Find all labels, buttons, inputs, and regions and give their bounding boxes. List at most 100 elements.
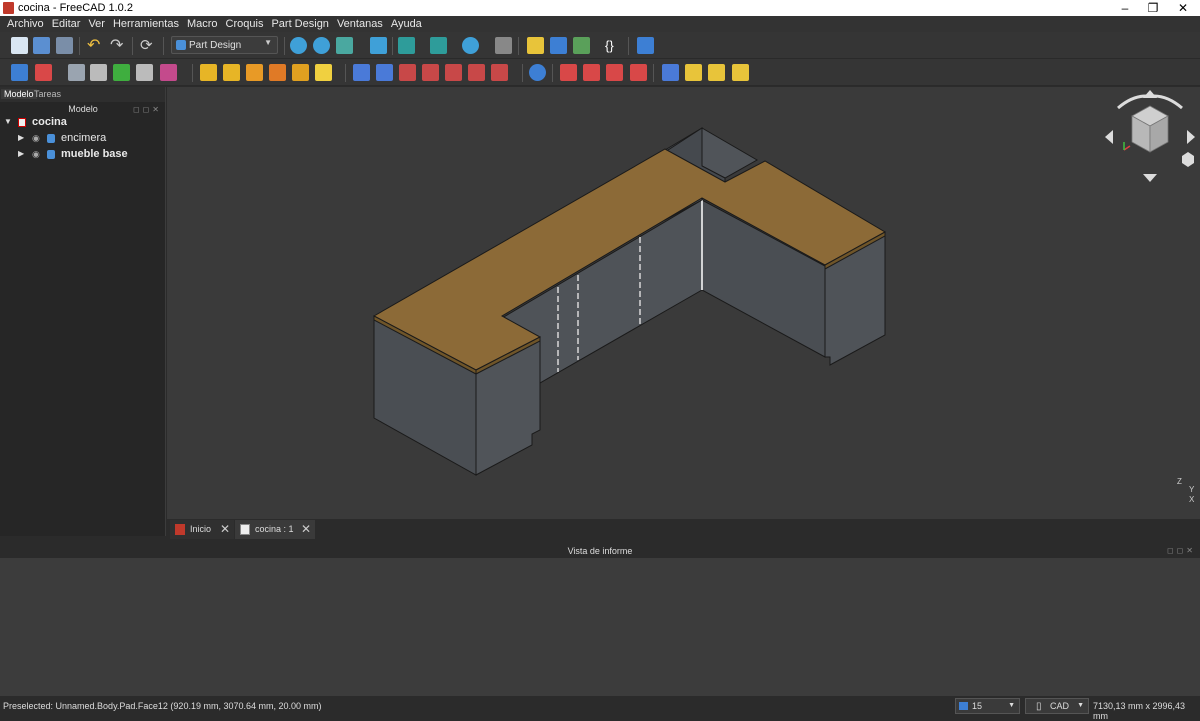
- menu-ayuda[interactable]: Ayuda: [387, 16, 426, 32]
- additive-primitive-icon[interactable]: [315, 64, 332, 81]
- chevron-right-icon[interactable]: ▶: [18, 130, 24, 146]
- menu-herramientas[interactable]: Herramientas: [109, 16, 183, 32]
- fit-all-icon[interactable]: [290, 37, 307, 54]
- chamfer-icon[interactable]: [583, 64, 600, 81]
- part-design-icon: [176, 40, 186, 50]
- create-group-icon[interactable]: [550, 37, 567, 54]
- tab-inicio[interactable]: Inicio ✕: [170, 520, 234, 539]
- pocket-icon[interactable]: [353, 64, 370, 81]
- thickness-icon[interactable]: [630, 64, 647, 81]
- report-view[interactable]: [0, 558, 1200, 696]
- multi-transform-icon[interactable]: [732, 64, 749, 81]
- body-icon: [47, 150, 55, 159]
- new-document-icon[interactable]: [11, 37, 28, 54]
- mirrored-icon[interactable]: [662, 64, 679, 81]
- polar-pattern-icon[interactable]: [708, 64, 725, 81]
- model-view[interactable]: [167, 87, 1200, 519]
- minimize-button[interactable]: –: [1110, 0, 1140, 16]
- subtractive-helix-icon[interactable]: [468, 64, 485, 81]
- tab-tareas[interactable]: Tareas: [31, 89, 64, 99]
- tree-item-cocina[interactable]: ▼ cocina: [4, 114, 164, 130]
- zoom-selector[interactable]: 15 ▼: [955, 698, 1020, 714]
- bounding-box-icon[interactable]: [370, 37, 387, 54]
- tree-item-label: mueble base: [61, 148, 128, 160]
- close-window-button[interactable]: ✕: [1168, 0, 1198, 16]
- workbench-selector[interactable]: Part Design ▼: [171, 36, 278, 54]
- subtractive-loft-icon[interactable]: [422, 64, 439, 81]
- close-tab-icon[interactable]: ✕: [301, 520, 311, 539]
- pipe-icon[interactable]: [269, 64, 286, 81]
- redo-icon[interactable]: ↷: [110, 37, 127, 54]
- save-icon[interactable]: [56, 37, 73, 54]
- hole-icon[interactable]: [376, 64, 393, 81]
- measure-icon[interactable]: [495, 37, 512, 54]
- draft-icon[interactable]: [606, 64, 623, 81]
- macro-editor-icon[interactable]: {}: [605, 37, 622, 54]
- subtractive-pipe-icon[interactable]: [445, 64, 462, 81]
- window-title: cocina - FreeCAD 1.0.2: [18, 2, 133, 14]
- zoom-icon[interactable]: [462, 37, 479, 54]
- draw-style-icon[interactable]: [336, 37, 353, 54]
- report-view-header: Vista de informe ◻◻✕: [0, 546, 1200, 558]
- groove-icon[interactable]: [399, 64, 416, 81]
- menu-archivo[interactable]: Archivo: [3, 16, 48, 32]
- navigation-style-selector[interactable]: ▯ CAD ▼: [1025, 698, 1089, 714]
- close-tab-icon[interactable]: ✕: [220, 520, 230, 539]
- subtractive-primitive-icon[interactable]: [491, 64, 508, 81]
- menu-ver[interactable]: Ver: [84, 16, 109, 32]
- undo-icon[interactable]: ↶: [87, 37, 104, 54]
- eye-icon[interactable]: ◉: [32, 130, 40, 146]
- open-document-icon[interactable]: [33, 37, 50, 54]
- loft-icon[interactable]: [246, 64, 263, 81]
- standard-views-icon[interactable]: [430, 37, 447, 54]
- linear-pattern-icon[interactable]: [685, 64, 702, 81]
- helix-icon[interactable]: [292, 64, 309, 81]
- eye-icon[interactable]: ◉: [32, 146, 40, 162]
- fillet-icon[interactable]: [560, 64, 577, 81]
- datum-point-icon[interactable]: [90, 64, 107, 81]
- boolean-icon[interactable]: [529, 64, 546, 81]
- menu-ventanas[interactable]: Ventanas: [333, 16, 387, 32]
- report-panel-buttons[interactable]: ◻◻✕: [1167, 546, 1196, 555]
- tree-item-label: cocina: [32, 116, 67, 128]
- pad-icon[interactable]: [200, 64, 217, 81]
- tree-item-mueble-base[interactable]: ▶ ◉ mueble base: [18, 146, 164, 162]
- datum-line-icon[interactable]: [113, 64, 130, 81]
- create-part-icon[interactable]: [527, 37, 544, 54]
- link-icon[interactable]: [573, 37, 590, 54]
- axis-indicator: Z Y X: [1177, 477, 1199, 505]
- maximize-button[interactable]: ❐: [1138, 0, 1168, 16]
- tab-cocina[interactable]: cocina : 1 ✕: [235, 520, 315, 539]
- fit-selection-icon[interactable]: [313, 37, 330, 54]
- datum-plane-icon[interactable]: [136, 64, 153, 81]
- create-sketch-icon[interactable]: [35, 64, 52, 81]
- panel-buttons[interactable]: ◻◻✕: [133, 105, 162, 114]
- revolution-icon[interactable]: [223, 64, 240, 81]
- navigation-cube[interactable]: [1102, 90, 1200, 190]
- chevron-right-icon[interactable]: ▶: [18, 146, 24, 162]
- menu-part-design[interactable]: Part Design: [267, 16, 332, 32]
- report-view-title: Vista de informe: [567, 546, 633, 556]
- nav-cube-menu-icon[interactable]: [1182, 152, 1194, 167]
- rotate-left-icon[interactable]: [1117, 94, 1147, 110]
- tab-label: Inicio: [190, 524, 212, 534]
- zoom-value: 15: [972, 701, 983, 711]
- validate-sketch-icon[interactable]: [68, 64, 85, 81]
- shape-binder-icon[interactable]: [160, 64, 177, 81]
- nav-arrow-down-icon[interactable]: [1143, 174, 1157, 182]
- nav-arrow-left-icon[interactable]: [1105, 130, 1113, 144]
- tree-item-encimera[interactable]: ▶ ◉ encimera: [18, 130, 164, 146]
- menu-macro[interactable]: Macro: [183, 16, 222, 32]
- menu-croquis[interactable]: Croquis: [222, 16, 268, 32]
- rotate-right-icon[interactable]: [1153, 94, 1183, 110]
- whats-this-icon[interactable]: [637, 37, 654, 54]
- part-design-toolbar: [0, 59, 1200, 86]
- nav-arrow-right-icon[interactable]: [1187, 130, 1195, 144]
- 3d-viewport[interactable]: Z Y X: [167, 87, 1200, 519]
- document-tabs: Inicio ✕ cocina : 1 ✕: [167, 519, 1200, 539]
- chevron-down-icon[interactable]: ▼: [4, 114, 12, 130]
- refresh-icon[interactable]: ⟳: [140, 37, 157, 54]
- menu-editar[interactable]: Editar: [48, 16, 85, 32]
- create-body-icon[interactable]: [11, 64, 28, 81]
- isometric-view-icon[interactable]: [398, 37, 415, 54]
